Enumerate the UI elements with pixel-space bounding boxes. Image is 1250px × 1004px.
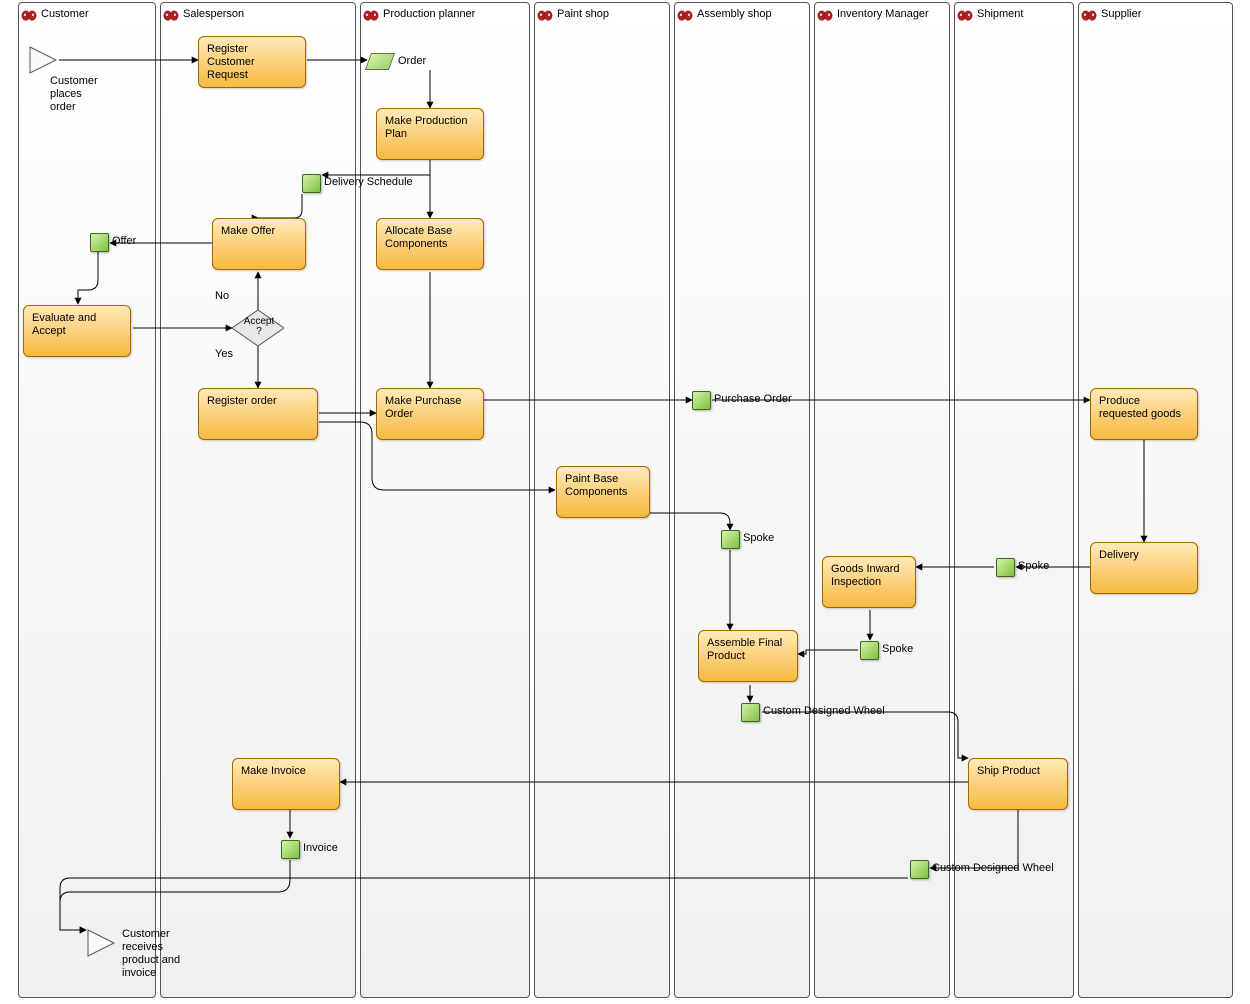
lane-supplier: Supplier — [1078, 2, 1233, 998]
mask-icon — [817, 8, 833, 20]
dataobj-wheel-1 — [741, 703, 760, 722]
dataobj-label: Order — [398, 55, 426, 67]
dataobj-offer — [90, 233, 109, 252]
activity-label: Make Purchase Order — [385, 395, 475, 421]
mask-icon — [363, 8, 379, 20]
dataobj-label: Spoke — [1018, 560, 1049, 572]
lane-title: Paint shop — [557, 8, 609, 20]
activity-label: Make Production Plan — [385, 115, 475, 141]
activity-allocate[interactable]: Allocate Base Components — [376, 218, 484, 270]
end-event-label: Customer receives product and invoice — [122, 928, 192, 980]
dataobj-delivery-schedule — [302, 174, 321, 193]
dataobj-spoke-3 — [860, 641, 879, 660]
activity-label: Evaluate and Accept — [32, 312, 122, 338]
dataobj-spoke-2 — [996, 558, 1015, 577]
lane-title: Assembly shop — [697, 8, 772, 20]
activity-label: Goods Inward Inspection — [831, 563, 907, 589]
activity-make-invoice[interactable]: Make Invoice — [232, 758, 340, 810]
dataobj-label: Offer — [112, 235, 136, 247]
dataobj-label: Spoke — [743, 532, 774, 544]
activity-label: Make Invoice — [241, 765, 331, 778]
activity-goods-inward[interactable]: Goods Inward Inspection — [822, 556, 916, 608]
activity-label: Make Offer — [221, 225, 297, 238]
lane-shipment: Shipment — [954, 2, 1074, 998]
activity-label: Register order — [207, 395, 309, 408]
decision-label: Accept ? — [243, 317, 275, 337]
dataobj-label: Custom Designed Wheel — [932, 862, 1054, 874]
diagram-canvas: Customer Salesperson Production planner … — [0, 0, 1250, 1004]
dataobj-label: Delivery Schedule — [324, 176, 413, 188]
activity-label: Produce requested goods — [1099, 395, 1189, 421]
mask-icon — [677, 8, 693, 20]
activity-label: Ship Product — [977, 765, 1059, 778]
activity-delivery[interactable]: Delivery — [1090, 542, 1198, 594]
mask-icon — [957, 8, 973, 20]
dataobj-label: Custom Designed Wheel — [763, 705, 885, 717]
activity-assemble-final[interactable]: Assemble Final Product — [698, 630, 798, 682]
lane-title: Salesperson — [183, 8, 244, 20]
lane-title: Supplier — [1101, 8, 1141, 20]
start-event-label: Customer places order — [50, 75, 110, 114]
activity-make-offer[interactable]: Make Offer — [212, 218, 306, 270]
mask-icon — [1081, 8, 1097, 20]
decision-yes-label: Yes — [215, 348, 233, 360]
dataobj-wheel-2 — [910, 860, 929, 879]
start-event — [28, 45, 58, 75]
end-event — [86, 928, 116, 958]
activity-evaluate[interactable]: Evaluate and Accept — [23, 305, 131, 357]
mask-icon — [21, 8, 37, 20]
lane-customer: Customer — [18, 2, 156, 998]
decision-no-label: No — [215, 290, 229, 302]
activity-label: Assemble Final Product — [707, 637, 789, 663]
dataobj-spoke-1 — [721, 530, 740, 549]
activity-paint-base[interactable]: Paint Base Components — [556, 466, 650, 518]
activity-label: Allocate Base Components — [385, 225, 475, 251]
activity-label: Delivery — [1099, 549, 1189, 562]
activity-make-po[interactable]: Make Purchase Order — [376, 388, 484, 440]
activity-ship-product[interactable]: Ship Product — [968, 758, 1068, 810]
dataobj-purchase-order — [692, 391, 711, 410]
lane-assembly: Assembly shop — [674, 2, 810, 998]
activity-label: Paint Base Components — [565, 473, 641, 499]
lane-inventory: Inventory Manager — [814, 2, 950, 998]
dataobj-label: Purchase Order — [714, 393, 792, 405]
mask-icon — [163, 8, 179, 20]
lane-title: Shipment — [977, 8, 1023, 20]
activity-produce-goods[interactable]: Produce requested goods — [1090, 388, 1198, 440]
activity-label: Register Customer Request — [207, 43, 297, 82]
activity-register-order[interactable]: Register order — [198, 388, 318, 440]
activity-register-request[interactable]: Register Customer Request — [198, 36, 306, 88]
dataobj-label: Invoice — [303, 842, 338, 854]
lane-title: Customer — [41, 8, 89, 20]
dataobj-invoice — [281, 840, 300, 859]
dataobj-label: Spoke — [882, 643, 913, 655]
lane-title: Production planner — [383, 8, 475, 20]
lane-title: Inventory Manager — [837, 8, 929, 20]
mask-icon — [537, 8, 553, 20]
activity-make-plan[interactable]: Make Production Plan — [376, 108, 484, 160]
